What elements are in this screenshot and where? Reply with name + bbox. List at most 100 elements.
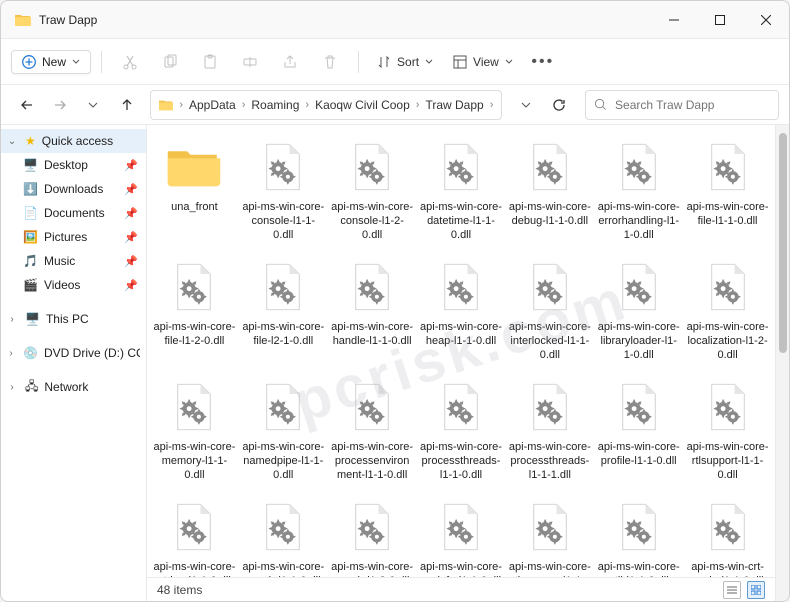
copy-button[interactable] [152,46,188,78]
sidebar-item-desktop[interactable]: 🖥️Desktop📌 [1,153,146,177]
dll-file-icon [609,135,669,199]
file-item[interactable]: api-ms-win-core-file-l1-1-0.dll [684,131,771,247]
item-label: api-ms-win-core-synch-l1-1-0.dll [242,561,325,577]
item-label: api-ms-win-core-profile-l1-1-0.dll [597,441,680,483]
file-item[interactable]: api-ms-win-core-rtlsupport-l1-1-0.dll [684,371,771,487]
file-item[interactable]: api-ms-win-core-heap-l1-1-0.dll [418,251,505,367]
sidebar-dvd-drive[interactable]: › 💿 DVD Drive (D:) CCCC [1,341,146,365]
search-box[interactable] [585,90,779,120]
items-view[interactable]: pcrisk.com una_frontapi-ms-win-core-cons… [147,125,775,577]
dll-file-icon [431,255,491,319]
folder-icon [15,12,31,28]
file-item[interactable]: api-ms-win-crt-conio-l1-1-0.dll [684,491,771,577]
file-item[interactable]: api-ms-win-core-errorhandling-l1-1-0.dll [595,131,682,247]
address-bar[interactable]: › AppData › Roaming › Kaoqw Civil Coop ›… [150,90,502,120]
sidebar-item-documents[interactable]: 📄Documents📌 [1,201,146,225]
file-item[interactable]: api-ms-win-core-timezone-l1-1-0.dll [506,491,593,577]
up-button[interactable] [111,90,142,120]
dll-file-icon [164,255,224,319]
folder-icon: 🎵 [23,254,38,268]
separator [358,51,359,73]
breadcrumb-item[interactable]: Roaming [251,98,299,112]
close-button[interactable] [743,1,789,39]
paste-button[interactable] [192,46,228,78]
maximize-button[interactable] [697,1,743,39]
cut-button[interactable] [112,46,148,78]
more-button[interactable]: ••• [525,46,561,78]
dll-file-icon [520,495,580,559]
file-item[interactable]: api-ms-win-core-processthreads-l1-1-0.dl… [418,371,505,487]
pin-icon: 📌 [124,207,138,220]
navigation-pane[interactable]: ⌄ ★ Quick access 🖥️Desktop📌⬇️Downloads📌📄… [1,125,147,601]
dropdown-button[interactable] [510,90,541,120]
titlebar[interactable]: Traw Dapp [1,1,789,39]
search-icon [594,98,607,111]
breadcrumb-item[interactable]: Traw Dapp [425,98,483,112]
file-item[interactable]: api-ms-win-core-profile-l1-1-0.dll [595,371,682,487]
sidebar-quick-access[interactable]: ⌄ ★ Quick access [1,129,146,153]
delete-button[interactable] [312,46,348,78]
back-button[interactable] [11,90,42,120]
item-label: api-ms-win-core-namedpipe-l1-1-0.dll [242,441,325,483]
sidebar-network[interactable]: › 🖧 Network [1,375,146,399]
icons-view-toggle[interactable] [747,581,765,599]
item-label: una_front [171,201,217,243]
search-input[interactable] [615,98,770,112]
disc-icon: 💿 [23,346,38,360]
item-label: api-ms-win-core-interlocked-l1-1-0.dll [508,321,591,363]
dll-file-icon [164,495,224,559]
new-button[interactable]: New [11,50,91,74]
item-label: api-ms-win-core-util-l1-1-0.dll [597,561,680,577]
scrollbar-thumb[interactable] [779,133,787,353]
pin-icon: 📌 [124,159,138,172]
command-bar: New Sort View ••• [1,39,789,85]
item-label: api-ms-win-core-handle-l1-1-0.dll [331,321,414,363]
file-item[interactable]: api-ms-win-core-file-l2-1-0.dll [240,251,327,367]
item-label: api-ms-win-core-debug-l1-1-0.dll [508,201,591,243]
item-label: api-ms-win-core-file-l2-1-0.dll [242,321,325,363]
file-item[interactable]: api-ms-win-core-interlocked-l1-1-0.dll [506,251,593,367]
file-item[interactable]: api-ms-win-core-debug-l1-1-0.dll [506,131,593,247]
file-item[interactable]: api-ms-win-core-processthreads-l1-1-1.dl… [506,371,593,487]
breadcrumb-item[interactable]: Kaoqw Civil Coop [315,98,410,112]
file-item[interactable]: api-ms-win-core-util-l1-1-0.dll [595,491,682,577]
file-item[interactable]: api-ms-win-core-console-l1-1-0.dll [240,131,327,247]
rename-button[interactable] [232,46,268,78]
vertical-scrollbar[interactable] [775,125,789,601]
sort-button[interactable]: Sort [369,46,441,78]
file-item[interactable]: api-ms-win-core-synch-l1-2-0.dll [329,491,416,577]
item-label: api-ms-win-core-timezone-l1-1-0.dll [508,561,591,577]
item-label: api-ms-win-core-processthreads-l1-1-1.dl… [508,441,591,483]
recent-locations-button[interactable] [78,90,109,120]
breadcrumb-item[interactable]: AppData [189,98,236,112]
minimize-button[interactable] [651,1,697,39]
file-item[interactable]: api-ms-win-core-datetime-l1-1-0.dll [418,131,505,247]
file-item[interactable]: api-ms-win-core-libraryloader-l1-1-0.dll [595,251,682,367]
view-button[interactable]: View [445,46,521,78]
folder-item[interactable]: una_front [151,131,238,247]
refresh-button[interactable] [544,90,575,120]
file-item[interactable]: api-ms-win-core-file-l1-2-0.dll [151,251,238,367]
dll-file-icon [342,375,402,439]
file-item[interactable]: api-ms-win-core-namedpipe-l1-1-0.dll [240,371,327,487]
sidebar-this-pc[interactable]: › 🖥️ This PC [1,307,146,331]
sidebar-item-music[interactable]: 🎵Music📌 [1,249,146,273]
file-item[interactable]: api-ms-win-core-localization-l1-2-0.dll [684,251,771,367]
dll-file-icon [520,255,580,319]
forward-button[interactable] [44,90,75,120]
file-item[interactable]: api-ms-win-core-console-l1-2-0.dll [329,131,416,247]
details-view-toggle[interactable] [723,581,741,599]
file-item[interactable]: api-ms-win-core-synch-l1-1-0.dll [240,491,327,577]
dll-file-icon [609,495,669,559]
file-item[interactable]: api-ms-win-core-processenvironment-l1-1-… [329,371,416,487]
file-item[interactable]: api-ms-win-core-sysinfo-l1-1-0.dll [418,491,505,577]
view-icon [453,55,467,69]
sidebar-item-videos[interactable]: 🎬Videos📌 [1,273,146,297]
sidebar-item-pictures[interactable]: 🖼️Pictures📌 [1,225,146,249]
file-item[interactable]: api-ms-win-core-string-l1-1-0.dll [151,491,238,577]
file-item[interactable]: api-ms-win-core-memory-l1-1-0.dll [151,371,238,487]
share-button[interactable] [272,46,308,78]
sidebar-item-downloads[interactable]: ⬇️Downloads📌 [1,177,146,201]
pin-icon: 📌 [124,231,138,244]
file-item[interactable]: api-ms-win-core-handle-l1-1-0.dll [329,251,416,367]
